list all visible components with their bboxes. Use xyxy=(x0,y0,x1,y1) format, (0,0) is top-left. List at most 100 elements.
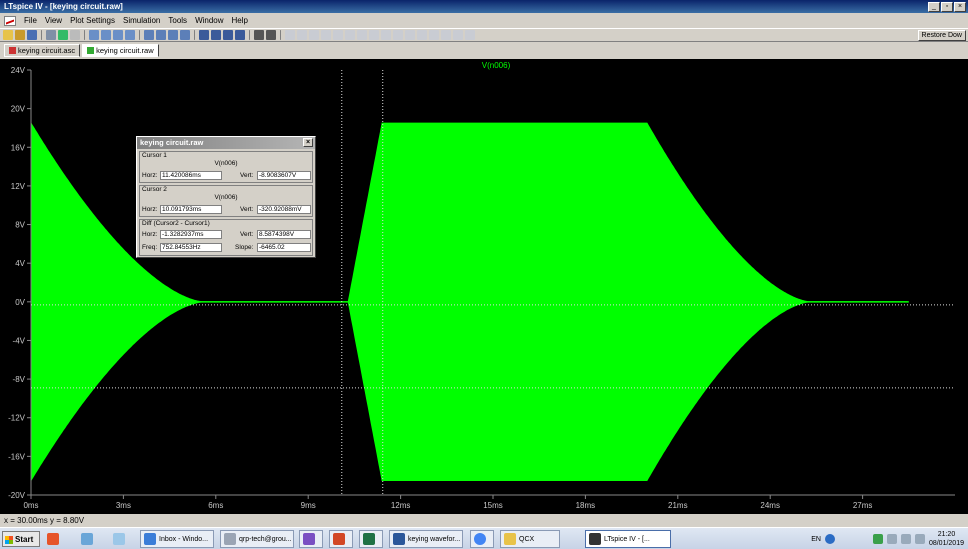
tab-label: keying circuit.raw xyxy=(96,46,154,55)
diff-freq-field[interactable]: 752.84553Hz xyxy=(160,243,222,252)
cursor2-vert-field[interactable]: -320.92088mV xyxy=(257,205,311,214)
power-icon[interactable] xyxy=(914,534,925,544)
tab-schematic[interactable]: keying circuit.asc xyxy=(4,44,81,57)
drag-icon[interactable] xyxy=(393,30,403,40)
menu-plot-settings[interactable]: Plot Settings xyxy=(70,16,115,25)
menu-tools[interactable]: Tools xyxy=(168,16,187,25)
redo-icon[interactable] xyxy=(417,30,427,40)
taskbar-item-label: keying wavefor... xyxy=(408,535,461,543)
component-icon[interactable] xyxy=(369,30,379,40)
taskbar-item-qcx[interactable]: QCX xyxy=(500,530,560,548)
diff-slope-field[interactable]: -6465.02 xyxy=(257,243,311,252)
move-icon[interactable] xyxy=(381,30,391,40)
x-tick-label: 21ms xyxy=(668,501,688,510)
waveform-plot[interactable]: 24V 20V 16V 12V 8V 4V 0V -4V -8V -12V -16V -20V 0ms 3… xyxy=(0,59,968,514)
cursor1-horz-field[interactable]: 11.420086ms xyxy=(160,171,222,180)
taskbar-item-ltspice[interactable]: LTspice IV - [... xyxy=(585,530,671,548)
taskbar-item-visio[interactable] xyxy=(299,530,323,548)
resistor-icon[interactable] xyxy=(321,30,331,40)
taskbar-item-label: LTspice IV - [... xyxy=(604,535,650,543)
spice-directive-icon[interactable] xyxy=(465,30,475,40)
ltspice-app-icon[interactable] xyxy=(4,15,16,26)
close-button[interactable]: × xyxy=(954,2,966,12)
diode-icon[interactable] xyxy=(357,30,367,40)
taskbar-item-label: qrp-tech@grou... xyxy=(239,535,292,543)
taskbar-item-qrp-tech[interactable]: qrp-tech@grou... xyxy=(220,530,294,548)
inductor-icon[interactable] xyxy=(345,30,355,40)
maximize-button[interactable]: ▫ xyxy=(941,2,953,12)
freq-label: Freq: xyxy=(142,244,158,251)
minimize-button[interactable]: _ xyxy=(928,2,940,12)
menu-help[interactable]: Help xyxy=(232,16,248,25)
cascade-icon[interactable] xyxy=(168,30,178,40)
cursor-position-readout: x = 30.00ms y = 8.80V xyxy=(4,516,85,525)
network-icon[interactable] xyxy=(872,534,883,544)
taskbar-office-icon[interactable] xyxy=(44,530,62,548)
ground-icon[interactable] xyxy=(297,30,307,40)
zoom-fit-icon[interactable] xyxy=(125,30,135,40)
pan-icon[interactable] xyxy=(101,30,111,40)
start-button[interactable]: Start xyxy=(2,531,40,547)
menu-simulation[interactable]: Simulation xyxy=(123,16,160,25)
capacitor-icon[interactable] xyxy=(333,30,343,40)
cursor-readout-dialog[interactable]: keying circuit.raw × Cursor 1 V(n006) Ho… xyxy=(136,136,316,258)
taskbar-item-word[interactable]: keying wavefor... xyxy=(389,530,463,548)
y-tick-label: -20V xyxy=(8,491,26,500)
email-icon xyxy=(144,533,156,545)
taskbar-item-powerpoint[interactable] xyxy=(329,530,353,548)
taskbar-explorer-icon[interactable] xyxy=(78,530,96,548)
wire-icon[interactable] xyxy=(285,30,295,40)
copy-icon[interactable] xyxy=(211,30,221,40)
zoom-out-icon[interactable] xyxy=(113,30,123,40)
cursor2-horz-field[interactable]: 10.091793ms xyxy=(160,205,222,214)
open-file-icon[interactable] xyxy=(15,30,25,40)
language-indicator[interactable]: EN xyxy=(811,536,821,543)
waveform-plot-svg[interactable]: 24V 20V 16V 12V 8V 4V 0V -4V -8V -12V -16V -20V0ms 3… xyxy=(0,59,968,514)
taskbar-paint-icon[interactable] xyxy=(110,530,128,548)
y-tick-label: -4V xyxy=(13,336,26,345)
tab-waveform[interactable]: keying circuit.raw xyxy=(82,44,159,57)
menu-window[interactable]: Window xyxy=(195,16,223,25)
print-setup-icon[interactable] xyxy=(254,30,264,40)
volume-icon[interactable] xyxy=(900,534,911,544)
text-icon[interactable] xyxy=(453,30,463,40)
taskbar-item-chrome[interactable] xyxy=(470,530,494,548)
label-net-icon[interactable] xyxy=(309,30,319,40)
find-icon[interactable] xyxy=(235,30,245,40)
print-icon[interactable] xyxy=(266,30,276,40)
zoom-in-icon[interactable] xyxy=(89,30,99,40)
taskbar-item-excel[interactable] xyxy=(359,530,383,548)
help-icon[interactable] xyxy=(824,534,835,544)
rotate-icon[interactable] xyxy=(429,30,439,40)
flag-icon[interactable] xyxy=(886,534,897,544)
toolbar-separator xyxy=(84,30,85,40)
paste-icon[interactable] xyxy=(223,30,233,40)
tile-horizontal-icon[interactable] xyxy=(144,30,154,40)
tile-vertical-icon[interactable] xyxy=(156,30,166,40)
control-panel-icon[interactable] xyxy=(46,30,56,40)
toolbar xyxy=(0,28,968,42)
save-icon[interactable] xyxy=(27,30,37,40)
taskbar-item-inbox[interactable]: Inbox - Windo... xyxy=(140,530,214,548)
restore-down-button[interactable]: Restore Dow xyxy=(917,30,966,41)
diff-vert-field[interactable]: 8.5874398V xyxy=(257,230,311,239)
halt-icon[interactable] xyxy=(70,30,80,40)
ltspice-icon xyxy=(589,533,601,545)
mirror-icon[interactable] xyxy=(441,30,451,40)
menu-file[interactable]: File xyxy=(24,16,37,25)
y-tick-label: -16V xyxy=(8,452,26,461)
horz-label: Horz: xyxy=(142,231,158,238)
cursor2-trace: V(n006) xyxy=(214,194,238,201)
dialog-close-button[interactable]: × xyxy=(303,138,313,147)
close-all-icon[interactable] xyxy=(180,30,190,40)
run-icon[interactable] xyxy=(58,30,68,40)
diff-horz-field[interactable]: -1.3282937ms xyxy=(160,230,222,239)
taskbar-item-label: QCX xyxy=(519,535,535,543)
cut-icon[interactable] xyxy=(199,30,209,40)
cursor1-vert-field[interactable]: -8.9083607V xyxy=(257,171,311,180)
menu-view[interactable]: View xyxy=(45,16,62,25)
taskbar-clock[interactable]: 21:20 08/01/2019 xyxy=(929,530,964,548)
dialog-title-bar[interactable]: keying circuit.raw × xyxy=(137,137,315,149)
undo-icon[interactable] xyxy=(405,30,415,40)
open-folder-icon[interactable] xyxy=(3,30,13,40)
